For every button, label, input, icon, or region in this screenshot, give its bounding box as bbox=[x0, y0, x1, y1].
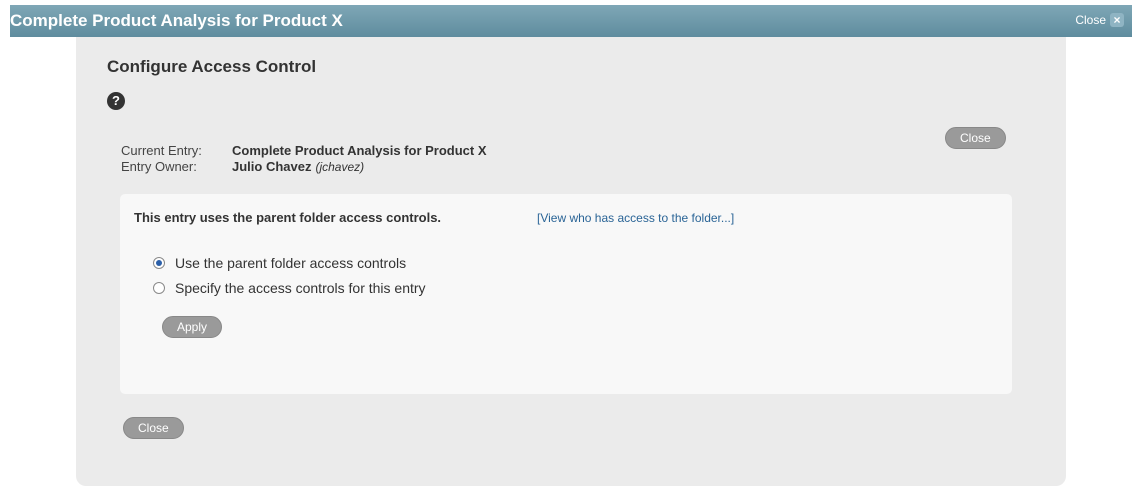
entry-owner-name: Julio Chavez bbox=[232, 159, 312, 174]
help-icon[interactable]: ? bbox=[107, 92, 125, 110]
option-specify-label: Specify the access controls for this ent… bbox=[175, 280, 426, 296]
close-button-top[interactable]: Close bbox=[945, 127, 1006, 149]
option-specify[interactable]: Specify the access controls for this ent… bbox=[153, 280, 426, 296]
current-entry-value: Complete Product Analysis for Product X bbox=[232, 143, 487, 158]
view-access-link[interactable]: [View who has access to the folder...] bbox=[537, 211, 734, 225]
current-entry-row: Current Entry: Complete Product Analysis… bbox=[121, 143, 487, 159]
window-close-button[interactable]: Close × bbox=[1075, 13, 1124, 27]
page-title: Configure Access Control bbox=[107, 57, 317, 76]
window-title: Complete Product Analysis for Product X bbox=[10, 11, 343, 30]
entry-owner-label: Entry Owner: bbox=[121, 159, 197, 174]
access-control-panel: Configure Access Control ? Close Current… bbox=[76, 37, 1066, 486]
apply-button[interactable]: Apply bbox=[162, 316, 223, 338]
access-message: This entry uses the parent folder access… bbox=[134, 210, 442, 225]
entry-info: Current Entry: Complete Product Analysis… bbox=[121, 143, 487, 175]
window-close-label: Close bbox=[1075, 13, 1106, 27]
close-button-bottom[interactable]: Close bbox=[123, 417, 184, 439]
entry-owner-row: Entry Owner: Julio Chavez (jchavez) bbox=[121, 159, 487, 175]
window-titlebar: Complete Product Analysis for Product X … bbox=[10, 5, 1132, 37]
close-icon[interactable]: × bbox=[1110, 13, 1124, 27]
current-entry-label: Current Entry: bbox=[121, 143, 202, 158]
option-use-parent-label: Use the parent folder access controls bbox=[175, 255, 407, 271]
option-use-parent[interactable]: Use the parent folder access controls bbox=[153, 255, 406, 271]
access-settings-box: This entry uses the parent folder access… bbox=[120, 194, 1012, 394]
radio-use-parent[interactable] bbox=[153, 257, 165, 269]
entry-owner-id: (jchavez) bbox=[315, 160, 365, 174]
radio-specify[interactable] bbox=[153, 282, 165, 294]
